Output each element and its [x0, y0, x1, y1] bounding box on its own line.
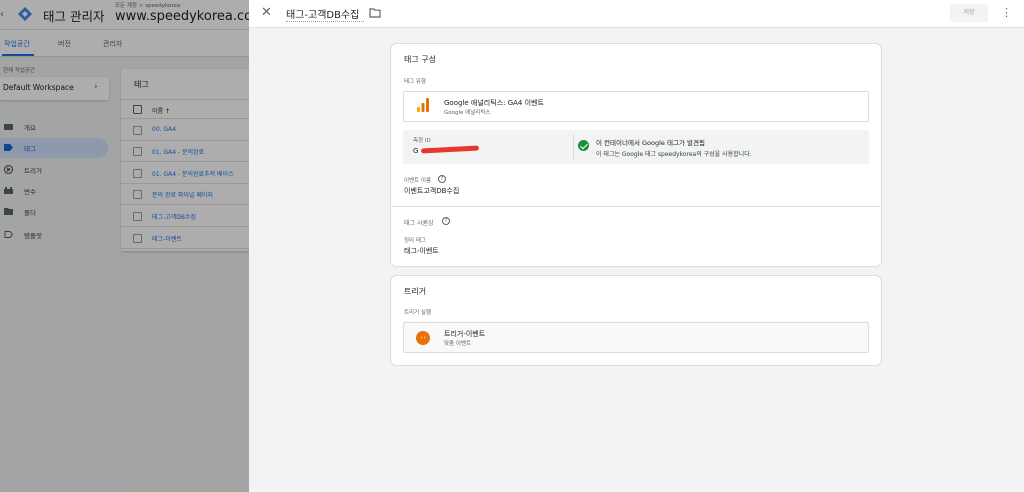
event-name-value: 이벤트고객DB수집	[404, 187, 460, 195]
google-tag-found-desc: 이 태그는 Google 태그 speedykorea의 구성을 사용합니다.	[596, 151, 752, 158]
triggering-card[interactable]: 트리거 트리거 실행 ‹› 트리거-이벤트 맞춤 이벤트	[390, 275, 882, 366]
modal-scrim[interactable]	[0, 0, 249, 492]
tag-configuration-card[interactable]: 태그 구성 태그 유형 Google 애널리틱스: GA4 이벤트 Google…	[390, 43, 882, 267]
google-analytics-icon	[417, 98, 429, 112]
divider	[573, 134, 574, 160]
redaction-mark	[420, 145, 480, 154]
event-name-label: 이벤트 이름	[404, 178, 432, 184]
tag-editor-panel: ✕ 태그-고객DB수집 저장 ⋮ 태그 구성 태그 유형 Google 애널리틱…	[249, 0, 1024, 492]
tag-config-title: 태그 구성	[404, 55, 436, 64]
save-button[interactable]: 저장	[950, 4, 988, 22]
trigger-item[interactable]: ‹› 트리거-이벤트 맞춤 이벤트	[403, 322, 869, 353]
measurement-id-box: 측정 ID G 이 컨테이너에서 Google 태그가 발견됨 이 태그는 Go…	[403, 130, 869, 164]
triggering-title: 트리거	[404, 287, 427, 296]
check-circle-icon	[578, 140, 589, 151]
tag-type-name: Google 애널리틱스: GA4 이벤트	[444, 99, 544, 107]
measurement-id-value[interactable]: G	[413, 147, 418, 155]
tag-type-box[interactable]: Google 애널리틱스: GA4 이벤트 Google 애널리틱스	[403, 91, 869, 122]
title-underline	[286, 21, 364, 22]
folder-icon[interactable]	[369, 8, 381, 18]
help-icon[interactable]: ?	[442, 217, 450, 225]
custom-event-icon: ‹›	[416, 331, 430, 345]
more-vert-icon[interactable]: ⋮	[1001, 6, 1012, 19]
close-icon[interactable]: ✕	[261, 5, 272, 20]
tag-type-subtitle: Google 애널리틱스	[444, 110, 491, 116]
setup-tag-label: 정리 태그	[404, 238, 426, 244]
divider	[391, 206, 881, 207]
setup-tag-value: 태그-이벤트	[404, 247, 439, 255]
firing-triggers-label: 트리거 실행	[404, 310, 432, 316]
tag-sequencing-label: 태그 시퀀싱	[404, 220, 434, 227]
help-icon[interactable]: ?	[438, 175, 446, 183]
google-tag-found-title: 이 컨테이너에서 Google 태그가 발견됨	[596, 139, 705, 147]
tag-type-label: 태그 유형	[404, 79, 426, 85]
trigger-type: 맞춤 이벤트	[444, 341, 472, 347]
panel-header: ✕ 태그-고객DB수집 저장 ⋮	[249, 0, 1024, 28]
tag-title-input[interactable]: 태그-고객DB수집	[286, 6, 359, 21]
trigger-name: 트리거-이벤트	[444, 330, 486, 338]
measurement-id-label: 측정 ID	[413, 138, 431, 144]
